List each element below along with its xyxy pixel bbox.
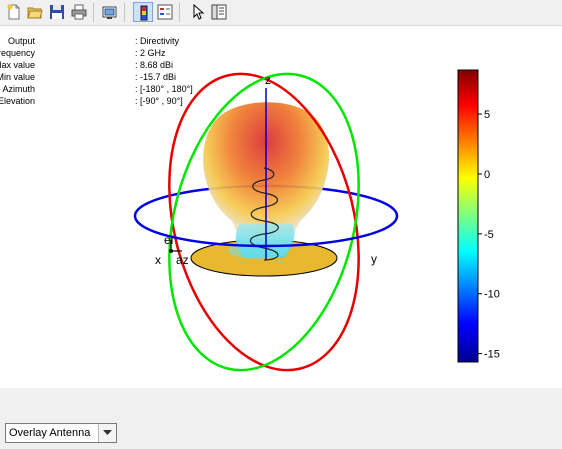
info-frequency-key: Frequency <box>0 48 35 58</box>
overlay-dropdown[interactable]: Overlay Antenna <box>5 423 117 443</box>
colorbar-tick-label: -15 <box>484 349 500 361</box>
x-axis-label: x <box>155 253 161 267</box>
y-axis-label: y <box>371 252 377 266</box>
open-file-icon <box>27 7 43 19</box>
print-button[interactable] <box>69 2 89 22</box>
overlay-dropdown-value: Overlay Antenna <box>9 427 91 439</box>
colorbar-tick-label: -10 <box>484 289 500 301</box>
colorbar-icon <box>140 5 148 21</box>
info-output-value: : Directivity <box>135 36 180 46</box>
radiation-pattern-plot[interactable]: z x y el az 5 0 -5 -10 -15 <box>0 26 562 388</box>
toolbar-separator <box>124 3 125 22</box>
new-figure-icon <box>7 4 20 20</box>
new-figure-button[interactable] <box>4 2 24 22</box>
info-output-key: Output <box>7 36 35 46</box>
legend-button[interactable] <box>155 2 175 22</box>
colorbar-tick-label: -5 <box>484 229 494 241</box>
elevation-label: el <box>164 233 173 247</box>
triad-origin <box>169 249 173 253</box>
info-min-value: : -15.7 dBi <box>135 72 177 82</box>
info-max-value: : 8.68 dBi <box>135 60 174 70</box>
copy-figure-icon <box>102 6 117 19</box>
copy-figure-button[interactable] <box>100 2 120 22</box>
info-max-key: Max value <box>0 60 35 70</box>
colorbar-tick-label: 0 <box>484 169 490 181</box>
chevron-down-icon <box>103 430 112 435</box>
colorbar <box>457 69 479 363</box>
info-min-key: Min value <box>0 72 35 82</box>
print-icon <box>71 4 87 20</box>
legend-icon <box>157 4 173 20</box>
property-inspector-icon <box>211 4 227 20</box>
property-inspector-button[interactable] <box>209 2 229 22</box>
open-file-button[interactable] <box>25 2 45 22</box>
info-elevation-key: Elevation <box>0 96 35 106</box>
save-icon <box>50 5 64 19</box>
figure-toolbar <box>0 0 562 26</box>
azimuth-label: az <box>176 253 189 267</box>
toolbar-separator <box>179 3 180 22</box>
info-azimuth-key: Azimuth <box>2 84 35 94</box>
pointer-icon <box>193 4 205 20</box>
z-axis-label: z <box>265 73 271 87</box>
toolbar-separator <box>93 3 94 22</box>
pointer-button[interactable] <box>188 2 208 22</box>
save-button[interactable] <box>47 2 67 22</box>
info-azimuth-value: : [-180° , 180°] <box>135 84 193 94</box>
dropdown-arrow-button[interactable] <box>98 424 116 442</box>
info-elevation-value: : [-90° , 90°] <box>135 96 183 106</box>
colorbar-ticks: 5 0 -5 -10 -15 <box>478 109 500 361</box>
info-frequency-value: : 2 GHz <box>135 48 166 58</box>
colorbar-tick-label: 5 <box>484 109 490 121</box>
colorbar-button[interactable] <box>133 2 153 22</box>
